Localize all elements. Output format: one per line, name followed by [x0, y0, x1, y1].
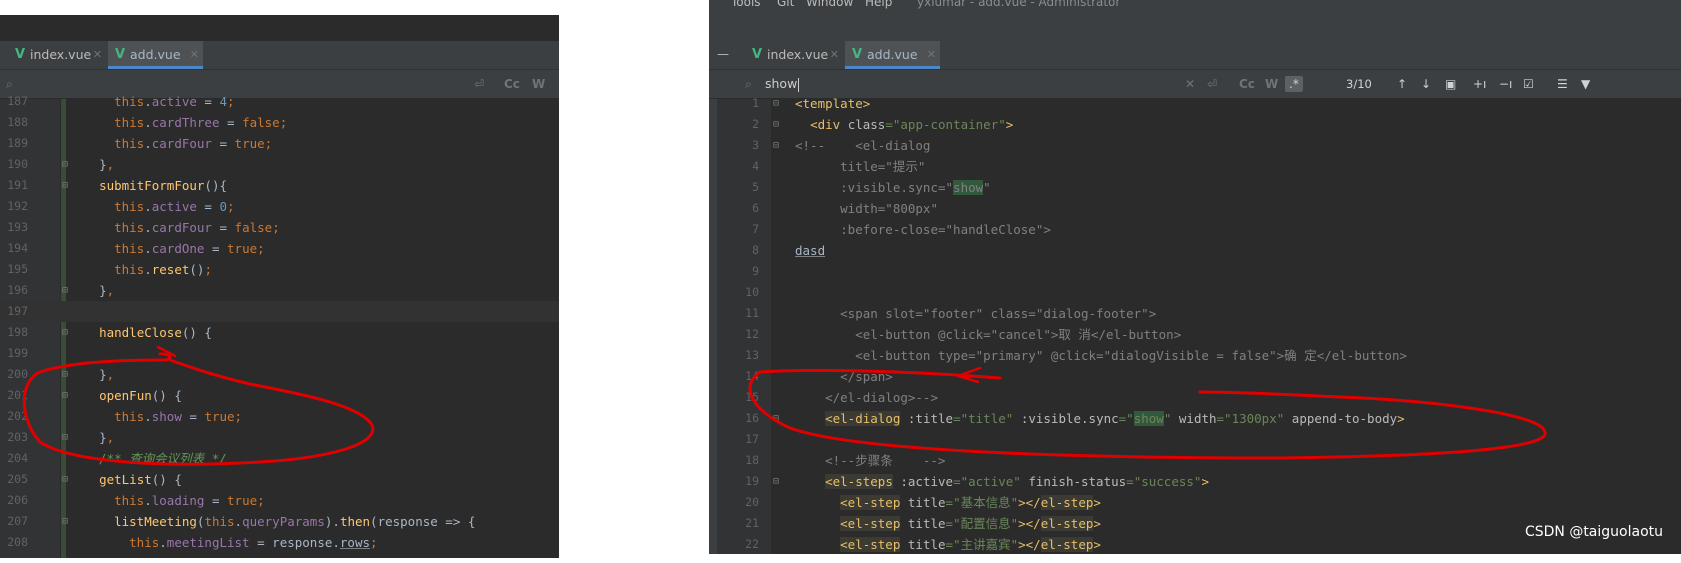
annotation-overlay — [22, 345, 1547, 466]
annotation-circle-left — [22, 352, 375, 466]
annotation-circle-right — [748, 368, 1547, 460]
